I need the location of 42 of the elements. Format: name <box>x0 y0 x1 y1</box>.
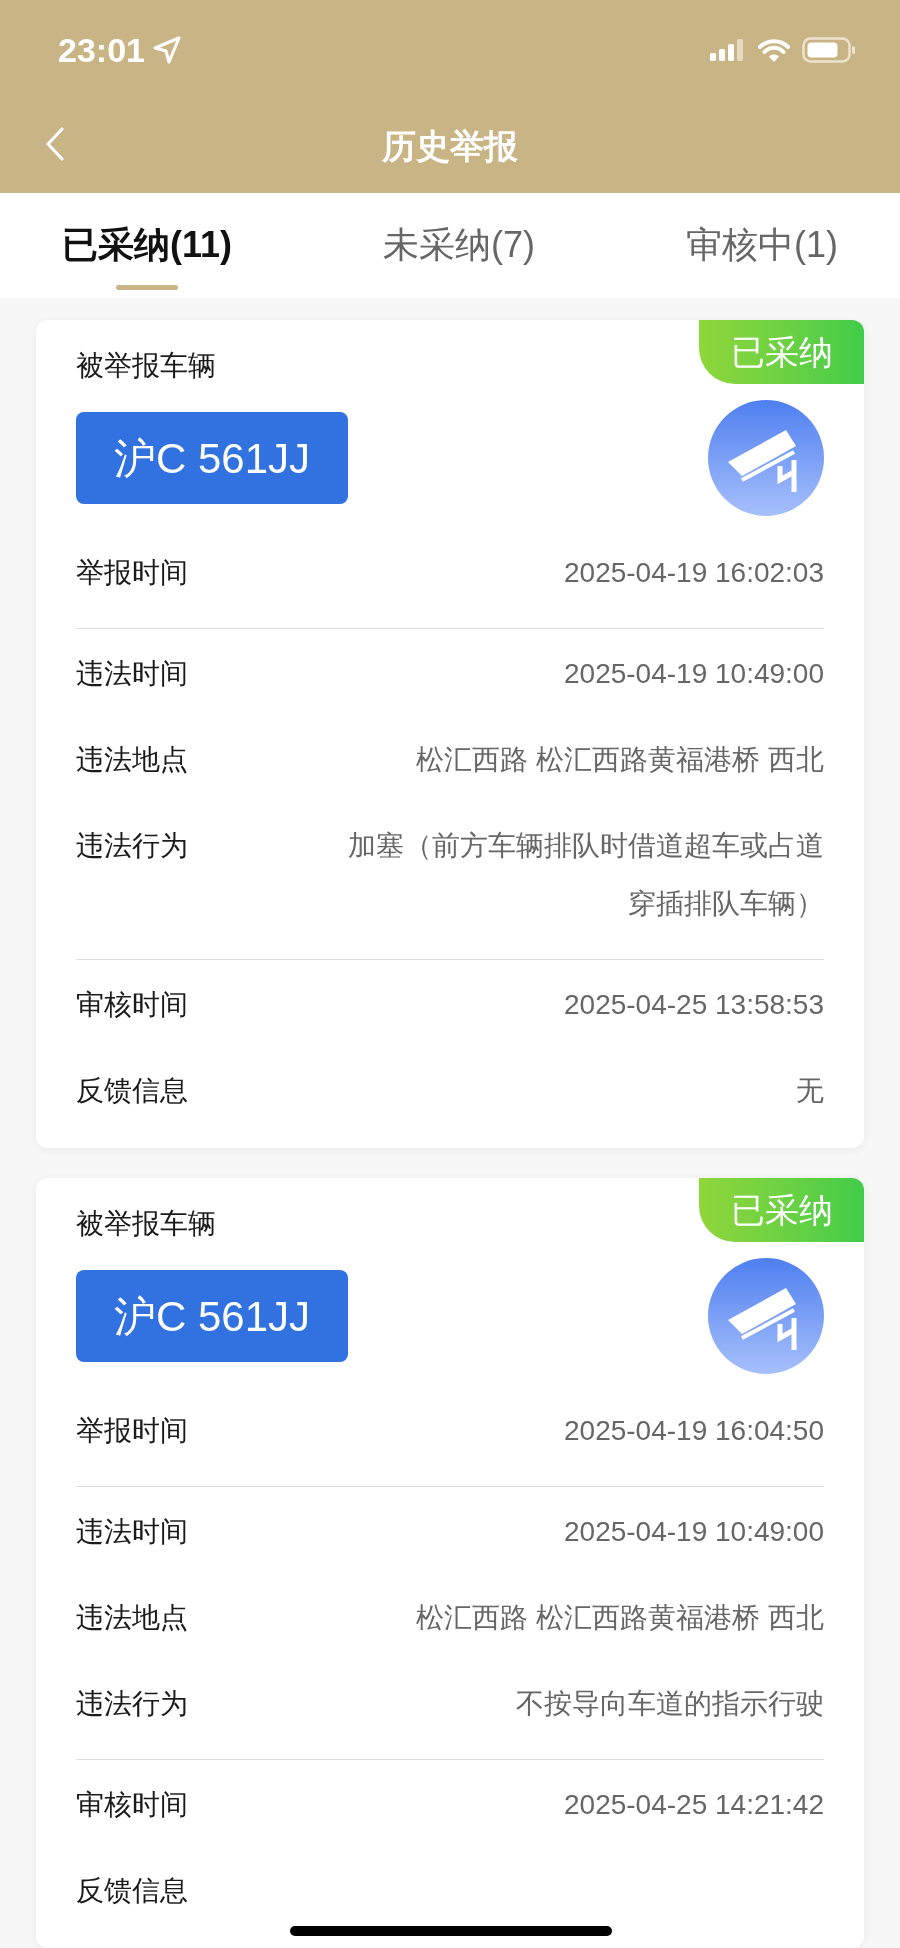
field-value: 2025-04-19 16:02:03 <box>564 556 824 590</box>
vehicle-label: 被举报车辆 <box>76 349 216 383</box>
signal-icon <box>710 39 746 61</box>
field-label: 违法行为 <box>76 1687 188 1721</box>
field-value: 加塞（前方车辆排队时借道超车或占道穿插排队车辆） <box>347 829 824 921</box>
field-label: 反馈信息 <box>76 1074 188 1108</box>
field-label: 举报时间 <box>76 1414 188 1448</box>
status-badge: 已采纳 <box>699 320 864 384</box>
field-value: 2025-04-25 14:21:42 <box>564 1788 824 1822</box>
wifi-icon <box>758 38 790 62</box>
field-value: 松汇西路 松汇西路黄福港桥 西北 <box>416 1601 824 1635</box>
page-title: 历史举报 <box>382 126 518 167</box>
field-value: 2025-04-25 13:58:53 <box>564 988 824 1022</box>
field-label: 反馈信息 <box>76 1874 188 1908</box>
tab[interactable]: 已采纳(11) <box>62 193 233 298</box>
license-plate: 沪C 561JJ <box>76 412 348 504</box>
field-value: 2025-04-19 10:49:00 <box>564 1515 824 1549</box>
field-label: 审核时间 <box>76 1788 188 1822</box>
field-value: 2025-04-19 16:04:50 <box>564 1414 824 1448</box>
tab[interactable]: 未采纳(7) <box>383 193 535 298</box>
field-label: 违法时间 <box>76 657 188 691</box>
status-badge: 已采纳 <box>699 1178 864 1242</box>
field-value: 不按导向车道的指示行驶 <box>516 1687 824 1721</box>
tab-indicator <box>116 285 178 290</box>
battery-icon <box>802 37 856 63</box>
status-time: 23:01 <box>58 29 145 71</box>
field-label: 举报时间 <box>76 556 188 590</box>
field-label: 审核时间 <box>76 988 188 1022</box>
field-label: 违法时间 <box>76 1515 188 1549</box>
camera-icon <box>708 1258 824 1374</box>
camera-icon <box>708 400 824 516</box>
location-arrow-icon <box>152 36 181 64</box>
tab[interactable]: 审核中(1) <box>686 193 838 298</box>
field-value: 无 <box>796 1074 824 1108</box>
field-label: 违法地点 <box>76 1601 188 1635</box>
back-icon <box>45 126 65 162</box>
field-value: 松汇西路 松汇西路黄福港桥 西北 <box>416 743 824 777</box>
vehicle-label: 被举报车辆 <box>76 1207 216 1241</box>
field-label: 违法行为 <box>76 829 188 863</box>
field-label: 违法地点 <box>76 743 188 777</box>
field-value: 2025-04-19 10:49:00 <box>564 657 824 691</box>
license-plate: 沪C 561JJ <box>76 1270 348 1362</box>
